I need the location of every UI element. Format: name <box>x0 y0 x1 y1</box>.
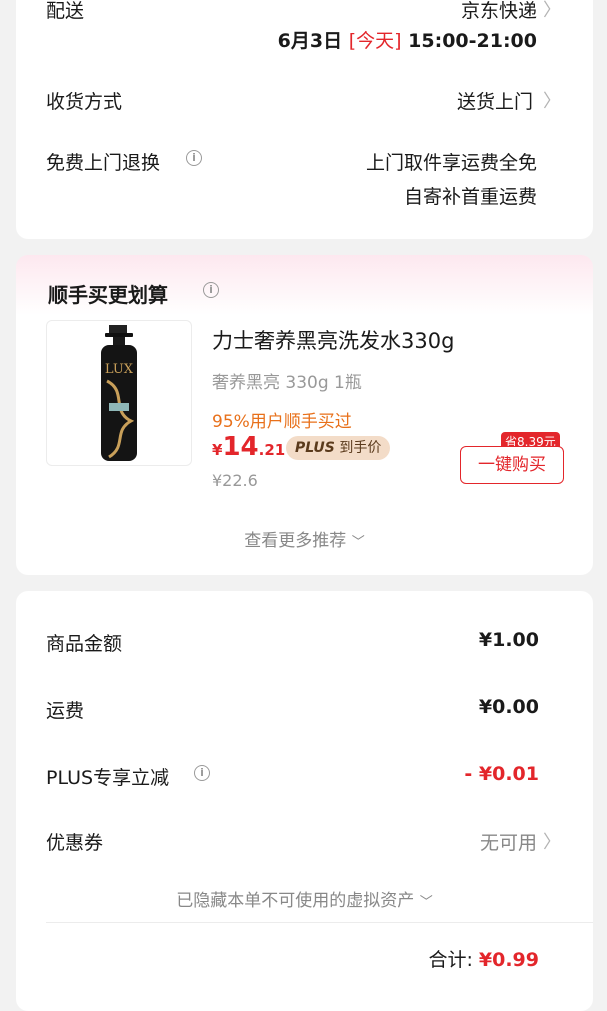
chevron-right-icon[interactable]: 〉 <box>543 87 561 113</box>
today-tag: [今天] <box>348 30 402 52</box>
total-value: ¥0.99 <box>478 949 539 971</box>
info-icon[interactable]: i <box>194 765 210 781</box>
summary-card: 商品金额 ¥1.00 运费 ¥0.00 PLUS专享立减 i - ¥0.01 优… <box>16 591 593 1011</box>
plus-discount-label: PLUS专享立减 <box>46 767 170 789</box>
delivery-carrier[interactable]: 京东快递 <box>461 0 537 23</box>
recommend-title: 顺手买更划算 <box>48 283 168 307</box>
buy-now-button[interactable]: 一键购买 <box>460 446 564 484</box>
product-promo: 95%用户顺手买过 <box>212 412 352 432</box>
returns-line1: 上门取件享运费全免 <box>365 152 537 174</box>
plus-price-badge: PLUS 到手价 <box>286 436 391 460</box>
returns-line2: 自寄补首重运费 <box>403 186 537 208</box>
info-icon[interactable]: i <box>203 282 219 298</box>
chevron-right-icon[interactable]: 〉 <box>543 828 561 854</box>
product-name[interactable]: 力士奢养黑亮洗发水330g <box>212 325 454 355</box>
delivery-time[interactable]: 6月3日 [今天] 15:00-21:00 <box>278 26 537 53</box>
goods-value: ¥1.00 <box>478 629 539 651</box>
info-icon[interactable]: i <box>186 150 202 166</box>
total-label: 合计: <box>428 949 473 971</box>
coupon-label: 优惠券 <box>46 832 104 854</box>
more-recommend-label: 查看更多推荐 <box>244 531 347 551</box>
goods-label: 商品金额 <box>46 633 123 655</box>
recommend-card: 顺手买更划算 i LUX 力士奢养黑亮洗发水330g 奢养黑亮 330g 1瓶 … <box>16 255 593 575</box>
receipt-value[interactable]: 送货上门 <box>457 87 533 114</box>
product-spec: 奢养黑亮 330g 1瓶 <box>212 373 362 393</box>
receipt-label: 收货方式 <box>46 91 123 113</box>
price-dec: .21 <box>258 441 286 459</box>
total-row: 合计: ¥0.99 <box>428 945 539 972</box>
returns-label: 免费上门退换 <box>46 152 161 174</box>
chevron-down-icon: ﹀ <box>351 535 365 550</box>
price-symbol: ¥ <box>212 441 223 459</box>
chevron-down-icon: ﹀ <box>419 895 433 910</box>
chevron-right-icon[interactable]: 〉 <box>543 0 561 22</box>
plus-label: PLUS <box>295 440 335 456</box>
shipping-label: 运费 <box>46 700 85 722</box>
brand-logo: LUX <box>105 362 134 377</box>
more-recommend-link[interactable]: 查看更多推荐 ﹀ <box>16 526 593 551</box>
plus-suffix: 到手价 <box>339 440 382 456</box>
coupon-value[interactable]: 无可用 <box>480 828 537 855</box>
delivery-card: 配送 京东快递 〉 6月3日 [今天] 15:00-21:00 收货方式 送货上… <box>16 0 593 239</box>
plus-discount-value: - ¥0.01 <box>464 763 539 785</box>
delivery-window: 15:00-21:00 <box>408 30 537 52</box>
shipping-value: ¥0.00 <box>478 696 539 718</box>
product-price: ¥14.21 <box>212 432 285 462</box>
hidden-assets-label: 已隐藏本单不可使用的虚拟资产 <box>176 891 415 911</box>
delivery-label: 配送 <box>46 0 85 22</box>
product-image[interactable]: LUX <box>46 320 192 466</box>
delivery-date: 6月3日 <box>277 30 343 52</box>
shampoo-bottle-icon: LUX <box>101 325 137 461</box>
original-price: ¥22.6 <box>212 471 258 490</box>
divider <box>46 922 593 923</box>
hidden-assets-toggle[interactable]: 已隐藏本单不可使用的虚拟资产 ﹀ <box>16 886 593 911</box>
price-int: 14 <box>222 432 259 462</box>
